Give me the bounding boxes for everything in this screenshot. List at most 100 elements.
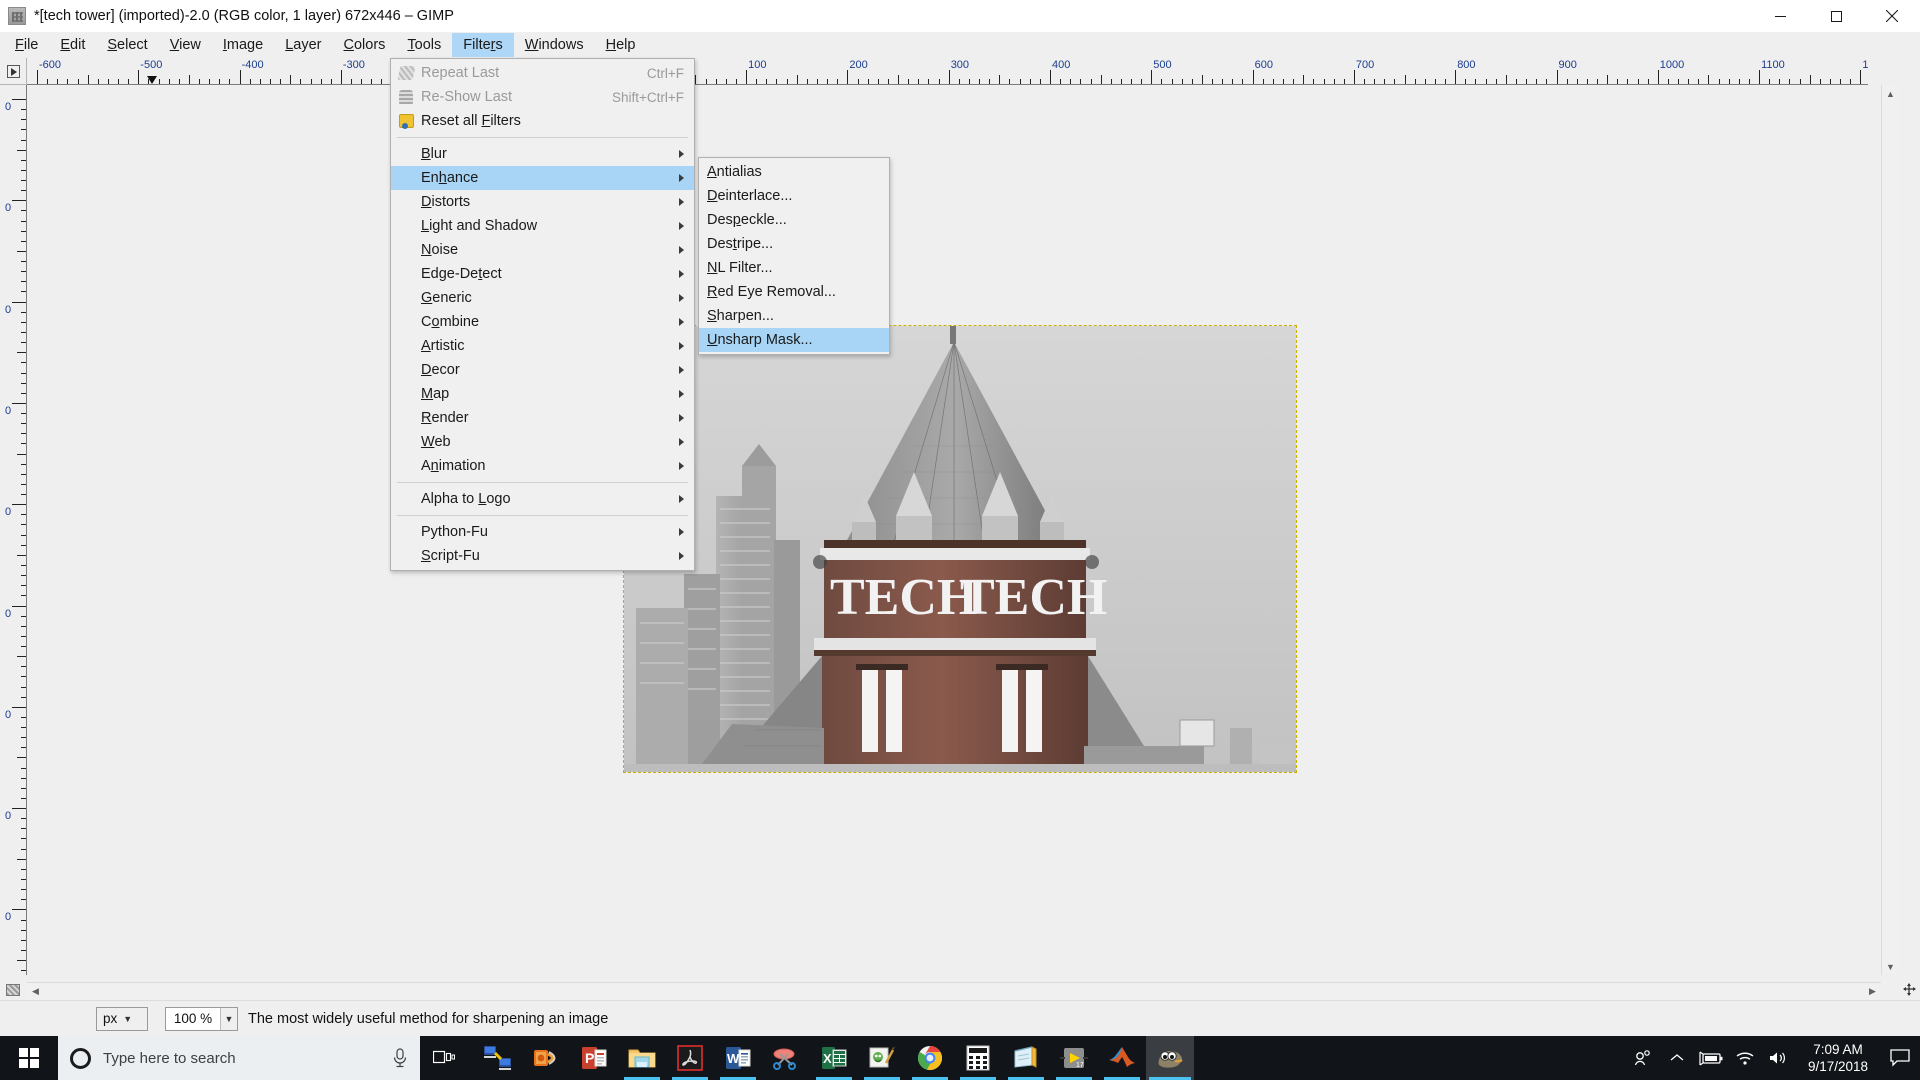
enhance-menu-item-despeckle[interactable]: Despeckle... (699, 208, 889, 232)
ruler-tick (37, 70, 38, 84)
filters-menu-item-blur[interactable]: Blur (391, 142, 694, 166)
taskbar-search-box[interactable]: Type here to search (58, 1036, 420, 1080)
taskbar-word-icon[interactable]: W (714, 1036, 762, 1080)
menu-layer[interactable]: Layer (274, 33, 332, 57)
menu-item-label: Blur (421, 146, 447, 162)
image-layer-tech-tower[interactable]: TECH TECH (623, 325, 1297, 773)
ruler-tick (1586, 79, 1588, 84)
quick-mask-toggle[interactable] (0, 980, 26, 1000)
filters-menu-item-decor[interactable]: Decor (391, 358, 694, 382)
ruler-tick (1131, 79, 1133, 84)
menu-item-label: Decor (421, 362, 460, 378)
menu-file[interactable]: File (4, 33, 49, 57)
filters-menu-item-python-fu[interactable]: Python-Fu (391, 520, 694, 544)
filters-menu-item-render[interactable]: Render (391, 406, 694, 430)
filters-menu-item-artistic[interactable]: Artistic (391, 334, 694, 358)
menu-colors[interactable]: Colors (332, 33, 396, 57)
filters-menu-item-edge-detect[interactable]: Edge-Detect (391, 262, 694, 286)
taskbar-snipping-tool-icon[interactable] (762, 1036, 810, 1080)
scroll-down-icon[interactable]: ▼ (1882, 958, 1899, 975)
scroll-left-icon[interactable]: ◀ (27, 983, 44, 1000)
enhance-submenu[interactable]: Antialias Deinterlace... Despeckle... Destr… (698, 157, 890, 355)
taskbar-clock[interactable]: 7:09 AM 9/17/2018 (1796, 1041, 1880, 1075)
enhance-menu-item-red-eye-removal[interactable]: Red Eye Removal... (699, 280, 889, 304)
close-icon[interactable] (1864, 0, 1920, 32)
horizontal-scrollbar[interactable]: ◀ ▶ (27, 982, 1881, 1000)
filters-menu-item-combine[interactable]: Combine (391, 310, 694, 334)
windows-start-icon[interactable] (0, 1036, 58, 1080)
menu-edit[interactable]: Edit (49, 33, 96, 57)
ruler-tick (21, 463, 26, 465)
filters-menu-item-animation[interactable]: Animation (391, 454, 694, 478)
filters-menu-item-web[interactable]: Web (391, 430, 694, 454)
menu-help[interactable]: Help (595, 33, 647, 57)
people-icon[interactable] (1626, 1036, 1660, 1080)
unit-select[interactable]: px ▼ (96, 1006, 148, 1031)
filters-menu-item-alpha-to-logo[interactable]: Alpha to Logo (391, 487, 694, 511)
filters-menu-item-distorts[interactable]: Distorts (391, 190, 694, 214)
taskbar-powerpoint-icon[interactable]: P (570, 1036, 618, 1080)
taskbar-labview-icon[interactable]: 17 (1050, 1036, 1098, 1080)
chevron-down-icon[interactable]: ▼ (220, 1007, 237, 1030)
microphone-icon[interactable] (392, 1048, 408, 1068)
menu-image[interactable]: Image (212, 33, 274, 57)
enhance-menu-item-unsharp-mask[interactable]: Unsharp Mask... (699, 328, 889, 352)
enhance-menu-item-antialias[interactable]: Antialias (699, 160, 889, 184)
taskbar-chrome-icon[interactable] (906, 1036, 954, 1080)
chevron-up-icon[interactable] (1660, 1036, 1694, 1080)
wifi-icon[interactable] (1728, 1036, 1762, 1080)
ruler-tick (21, 240, 26, 242)
ruler-tick (138, 70, 140, 84)
enhance-menu-item-deinterlace[interactable]: Deinterlace... (699, 184, 889, 208)
battery-charging-icon[interactable] (1694, 1036, 1728, 1080)
taskbar-matlab-icon[interactable] (1098, 1036, 1146, 1080)
horizontal-ruler[interactable]: -600-500-400-300-200-1000100200300400500… (27, 58, 1868, 85)
filters-dropdown-menu[interactable]: Repeat Last Ctrl+F Re-Show Last Shift+Ctrl+… (390, 58, 695, 571)
task-view-icon[interactable] (420, 1036, 468, 1080)
taskbar-movie-maker-icon[interactable] (522, 1036, 570, 1080)
menu-filters[interactable]: Filters (452, 33, 514, 57)
enhance-menu-item-sharpen[interactable]: Sharpen... (699, 304, 889, 328)
vertical-ruler[interactable]: 0000000000 (0, 85, 27, 975)
taskbar-paint-icon[interactable] (858, 1036, 906, 1080)
cortana-circle-icon[interactable] (70, 1047, 91, 1069)
menu-view[interactable]: View (159, 33, 212, 57)
filters-menu-item-reset-all-filters[interactable]: Reset all Filters (391, 109, 694, 133)
enhance-menu-item-destripe[interactable]: Destripe... (699, 232, 889, 256)
menu-select[interactable]: Select (96, 33, 158, 57)
taskbar-file-explorer-icon[interactable] (618, 1036, 666, 1080)
filters-menu-item-noise[interactable]: Noise (391, 238, 694, 262)
scroll-right-icon[interactable]: ▶ (1864, 983, 1881, 1000)
navigation-preview-button[interactable] (1898, 978, 1920, 1000)
taskbar-gimp-icon[interactable] (1146, 1036, 1194, 1080)
zoom-value[interactable]: 100 % (166, 1007, 220, 1030)
vertical-scrollbar[interactable]: ▲ ▼ (1881, 85, 1898, 975)
filters-menu-item-generic[interactable]: Generic (391, 286, 694, 310)
taskbar-network-connection-icon[interactable] (474, 1036, 522, 1080)
ruler-tick (1465, 79, 1467, 84)
speaker-icon[interactable] (1762, 1036, 1796, 1080)
ruler-origin-button[interactable] (0, 58, 27, 85)
maximize-icon[interactable] (1808, 0, 1864, 32)
enhance-menu-item-nl-filter[interactable]: NL Filter... (699, 256, 889, 280)
filters-menu-item-light-and-shadow[interactable]: Light and Shadow (391, 214, 694, 238)
canvas[interactable]: TECH TECH (28, 86, 1867, 974)
ruler-label: 800 (1457, 59, 1476, 71)
minimize-icon[interactable] (1752, 0, 1808, 32)
taskbar-adobe-acrobat-icon[interactable] (666, 1036, 714, 1080)
scroll-up-icon[interactable]: ▲ (1882, 85, 1899, 102)
zoom-select[interactable]: 100 % ▼ (165, 1006, 238, 1031)
ruler-tick (21, 939, 26, 941)
taskbar-excel-icon[interactable]: X (810, 1036, 858, 1080)
filters-menu-item-map[interactable]: Map (391, 382, 694, 406)
filters-menu-item-script-fu[interactable]: Script-Fu (391, 544, 694, 568)
taskbar-calculator-icon[interactable] (954, 1036, 1002, 1080)
ruler-tick (21, 180, 26, 182)
filters-menu-item-enhance[interactable]: Enhance (391, 166, 694, 190)
menu-tools[interactable]: Tools (396, 33, 452, 57)
action-center-icon[interactable] (1880, 1036, 1920, 1080)
menu-windows[interactable]: Windows (514, 33, 595, 57)
ruler-tick (1819, 79, 1821, 84)
taskbar-sticky-notes-icon[interactable] (1002, 1036, 1050, 1080)
ruler-tick (21, 443, 26, 445)
